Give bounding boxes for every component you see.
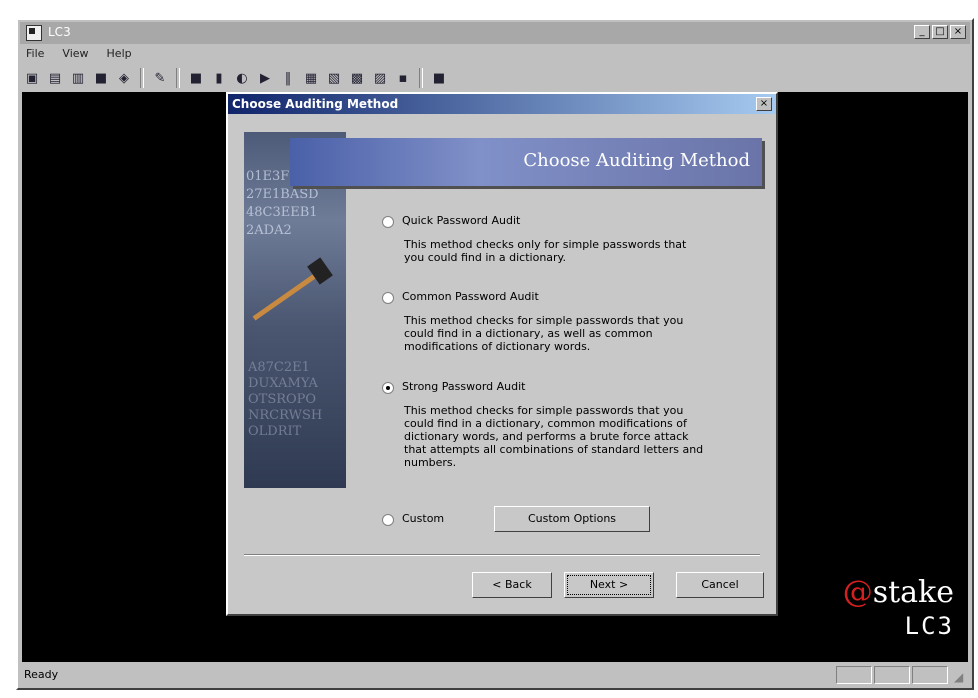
banner-title: Choose Auditing Method bbox=[523, 150, 750, 171]
stake-logo: @stake bbox=[842, 575, 954, 610]
dialog-title: Choose Auditing Method bbox=[232, 97, 399, 111]
dialog-close-button[interactable]: × bbox=[756, 97, 772, 111]
menu-bar: File View Help bbox=[22, 46, 136, 64]
brand-logo: @stake LC3 bbox=[843, 575, 954, 640]
chart-icon[interactable]: ▦ bbox=[301, 68, 321, 88]
illustration-codes-bottom: A87C2E1 DUXAMYA OTSROPO NRCRWSH OLDRIT bbox=[248, 360, 323, 439]
strong-audit-description: This method checks for simple passwords … bbox=[404, 404, 704, 469]
status-panel bbox=[836, 666, 872, 684]
custom-options-button[interactable]: Custom Options bbox=[494, 506, 650, 532]
play-icon[interactable]: ▶ bbox=[255, 68, 275, 88]
help-icon[interactable]: ■ bbox=[429, 68, 449, 88]
custom-audit-label[interactable]: Custom bbox=[402, 512, 444, 525]
report-icon[interactable]: ▧ bbox=[324, 68, 344, 88]
product-logo: LC3 bbox=[904, 612, 954, 640]
dialog-divider bbox=[244, 554, 760, 556]
close-button[interactable]: × bbox=[950, 25, 966, 39]
options-icon[interactable]: ◐ bbox=[232, 68, 252, 88]
banner: Choose Auditing Method bbox=[290, 138, 762, 186]
toolbar-separator bbox=[419, 68, 423, 88]
dialog-title-bar[interactable]: Choose Auditing Method × bbox=[228, 94, 776, 114]
menu-view[interactable]: View bbox=[58, 46, 92, 64]
strong-audit-label[interactable]: Strong Password Audit bbox=[402, 380, 525, 393]
maximize-button[interactable]: □ bbox=[932, 25, 948, 39]
next-button[interactable]: Next > bbox=[564, 572, 654, 598]
view-icon[interactable]: ▪ bbox=[393, 68, 413, 88]
cancel-button[interactable]: Cancel bbox=[676, 572, 764, 598]
toolbar-separator bbox=[140, 68, 144, 88]
save-icon[interactable]: ■ bbox=[91, 68, 111, 88]
pause-icon[interactable]: ▮ bbox=[209, 68, 229, 88]
title-bar[interactable]: LC3 _ □ × bbox=[20, 22, 970, 44]
quick-audit-radio[interactable] bbox=[382, 216, 394, 228]
step-icon[interactable]: ‖ bbox=[278, 68, 298, 88]
new-session-icon[interactable]: ▣ bbox=[22, 68, 42, 88]
auditing-method-dialog: Choose Auditing Method × 01E3F 27E1BASD … bbox=[226, 92, 778, 616]
quick-audit-description: This method checks only for simple passw… bbox=[404, 238, 687, 264]
minimize-button[interactable]: _ bbox=[914, 25, 930, 39]
common-audit-description: This method checks for simple passwords … bbox=[404, 314, 684, 353]
resize-grip-icon[interactable]: ◢ bbox=[954, 670, 968, 684]
status-panel bbox=[912, 666, 948, 684]
status-text: Ready bbox=[24, 668, 59, 681]
menu-help[interactable]: Help bbox=[103, 46, 136, 64]
wizard-icon[interactable]: ✎ bbox=[150, 68, 170, 88]
import-icon[interactable]: ▥ bbox=[68, 68, 88, 88]
toolbar: ▣ ▤ ▥ ■ ◈ ✎ ■ ▮ ◐ ▶ ‖ ▦ ▧ ▩ ▨ ▪ ■ bbox=[22, 66, 968, 90]
common-audit-label[interactable]: Common Password Audit bbox=[402, 290, 539, 303]
lock-icon[interactable]: ▨ bbox=[370, 68, 390, 88]
status-panel bbox=[874, 666, 910, 684]
back-button[interactable]: < Back bbox=[472, 572, 552, 598]
strong-audit-radio[interactable] bbox=[382, 382, 394, 394]
toolbar-separator bbox=[176, 68, 180, 88]
status-bar: Ready ◢ bbox=[20, 664, 970, 686]
quick-audit-label[interactable]: Quick Password Audit bbox=[402, 214, 520, 227]
app-icon[interactable] bbox=[26, 25, 42, 41]
export-icon[interactable]: ◈ bbox=[114, 68, 134, 88]
app-title: LC3 bbox=[48, 25, 71, 39]
common-audit-radio[interactable] bbox=[382, 292, 394, 304]
open-icon[interactable]: ▤ bbox=[45, 68, 65, 88]
hash-icon[interactable]: ▩ bbox=[347, 68, 367, 88]
custom-audit-radio[interactable] bbox=[382, 514, 394, 526]
menu-file[interactable]: File bbox=[22, 46, 48, 64]
stop-icon[interactable]: ■ bbox=[186, 68, 206, 88]
